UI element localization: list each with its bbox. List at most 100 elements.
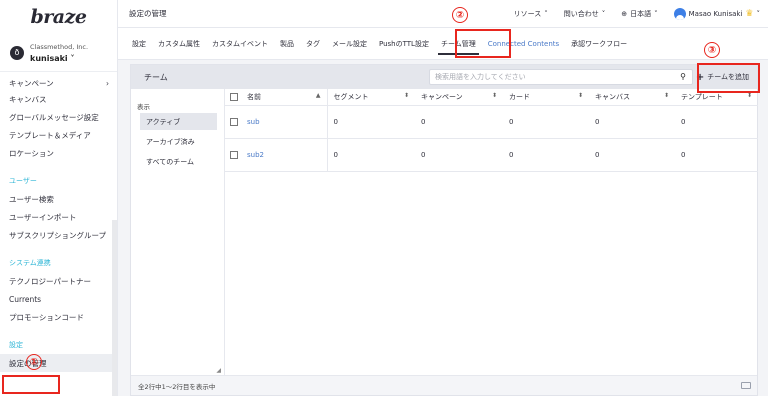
search-icon[interactable]: ⚲ (680, 72, 686, 81)
top-bar: 設定の管理 リソース ˅ 問い合わせ ˅ ⊕ 日本語 ˅ Masao Kunisaki ♛… (118, 0, 768, 28)
page-title: 設定の管理 (129, 9, 167, 18)
sidebar-item-global-message-settings[interactable]: グローバルメッセージ設定 (0, 108, 117, 126)
account-switcher[interactable]: ð Classmethod, Inc. kunisaki ˅ (0, 34, 117, 72)
sidebar-item-locations[interactable]: ロケーション (0, 144, 117, 162)
row-checkbox[interactable] (230, 150, 238, 159)
cell-canvases: 0 (589, 138, 675, 172)
sidebar-section-integrations: システム連携 (9, 259, 51, 267)
search-input[interactable] (435, 73, 675, 81)
column-name[interactable]: 名前 ▲ (241, 89, 328, 106)
account-org: Classmethod, Inc. (30, 42, 89, 51)
cell-templates: 0 (675, 105, 758, 139)
logo-text: braze (30, 6, 87, 28)
chevron-down-icon: ˅ (654, 10, 658, 18)
avatar (673, 8, 686, 20)
cell-templates: 0 (675, 138, 758, 172)
team-filter: 表示 アクティブ アーカイブ済み すべてのチーム ◢ (131, 89, 225, 377)
keyboard-icon[interactable] (741, 382, 751, 389)
globe-icon: ⊕ (621, 10, 628, 18)
table-row: sub 0 0 0 0 0 (225, 105, 758, 139)
chevron-down-icon: ˅ (756, 10, 761, 18)
team-name-link[interactable]: sub (241, 105, 328, 139)
team-name-link[interactable]: sub2 (241, 138, 328, 172)
chevron-down-icon: ˅ (544, 10, 548, 18)
select-all-checkbox[interactable] (230, 92, 238, 101)
filter-archived[interactable]: アーカイブ済み (140, 133, 217, 150)
column-segments[interactable]: セグメント ⬍ (327, 89, 415, 106)
sort-icon: ⬍ (403, 91, 409, 99)
sidebar-section-settings: 設定 (9, 341, 23, 349)
annotation-box-2 (455, 29, 511, 58)
sidebar-item-templates-media[interactable]: テンプレート＆メディア (0, 126, 117, 144)
row-checkbox[interactable] (230, 117, 238, 126)
chevron-down-icon: ˅ (601, 10, 606, 18)
tab-email-settings[interactable]: メール設定 (332, 33, 367, 55)
filter-label: 表示 (137, 103, 150, 111)
sort-icon: ⬍ (491, 91, 497, 99)
tab-custom-attributes[interactable]: カスタム属性 (158, 33, 200, 55)
crown-icon: ♛ (745, 9, 754, 19)
annotation-number-1: ① (26, 354, 42, 370)
select-all-cell (225, 89, 241, 106)
cell-segments: 0 (327, 105, 415, 139)
sort-icon: ⬍ (577, 91, 583, 99)
filter-all-teams[interactable]: すべてのチーム (140, 153, 217, 170)
tab-push-ttl[interactable]: PushのTTL設定 (379, 33, 429, 55)
annotation-number-3: ③ (704, 42, 720, 58)
cell-cards: 0 (503, 105, 589, 139)
sidebar-nav: キャンペーン › キャンバス グローバルメッセージ設定 テンプレート＆メディア ロ… (0, 72, 117, 372)
sidebar-item-campaigns[interactable]: キャンペーン › (0, 76, 117, 90)
sidebar-item-subscription-groups[interactable]: サブスクリプショングループ (0, 226, 117, 244)
panel-header: チーム ⚲ +チームを追加 (131, 65, 757, 89)
search-box: ⚲ (429, 69, 693, 85)
settings-tabs: 設定 カスタム属性 カスタムイベント 製品 タグ メール設定 PushのTTL設… (118, 28, 768, 60)
sort-asc-icon: ▲ (315, 91, 321, 99)
sidebar-section-users: ユーザー (9, 177, 37, 185)
tab-tags[interactable]: タグ (306, 33, 320, 55)
sort-icon: ⬍ (663, 91, 669, 99)
row-select-cell (225, 138, 241, 172)
resources-dropdown[interactable]: リソース ˅ (514, 9, 548, 19)
row-select-cell (225, 105, 241, 139)
annotation-number-2: ② (452, 7, 468, 23)
account-name: kunisaki ˅ (30, 53, 75, 63)
table-footer: 全2行中1〜2行目を表示中 (131, 375, 757, 395)
sidebar-item-promotion-codes[interactable]: プロモーションコード (0, 308, 117, 326)
cell-campaigns: 0 (415, 138, 503, 172)
sidebar-item-user-import[interactable]: ユーザーインポート (0, 208, 117, 226)
sidebar-item-technology-partners[interactable]: テクノロジーパートナー (0, 272, 117, 290)
user-menu[interactable]: Masao Kunisaki ♛ ˅ (673, 8, 761, 20)
cell-segments: 0 (327, 138, 415, 172)
cell-campaigns: 0 (415, 105, 503, 139)
column-cards[interactable]: カード ⬍ (503, 89, 589, 106)
tab-custom-events[interactable]: カスタムイベント (212, 33, 268, 55)
column-canvases[interactable]: キャンバス ⬍ (589, 89, 675, 106)
tab-settings[interactable]: 設定 (132, 33, 146, 55)
tab-products[interactable]: 製品 (280, 33, 294, 55)
sidebar-scrollbar[interactable] (112, 220, 117, 396)
cell-canvases: 0 (589, 105, 675, 139)
sidebar-item-canvas[interactable]: キャンバス (0, 90, 117, 108)
chevron-right-icon: › (106, 78, 109, 88)
resize-handle-icon[interactable]: ◢ (216, 367, 221, 374)
row-count-text: 全2行中1〜2行目を表示中 (138, 382, 216, 391)
column-campaigns[interactable]: キャンペーン ⬍ (415, 89, 503, 106)
cell-cards: 0 (503, 138, 589, 172)
sidebar: braze ð Classmethod, Inc. kunisaki ˅ キャン… (0, 0, 118, 396)
filter-active[interactable]: アクティブ (140, 113, 217, 130)
language-dropdown[interactable]: ⊕ 日本語 ˅ (621, 9, 657, 19)
panel-title: チーム (144, 72, 168, 82)
annotation-box-1 (2, 375, 60, 394)
tab-approval-workflow[interactable]: 承認ワークフロー (571, 33, 627, 55)
contact-dropdown[interactable]: 問い合わせ ˅ (564, 9, 606, 19)
table-header-row: 名前 ▲ セグメント ⬍ キャンペーン ⬍ カード ⬍ キャンバス ⬍ テンプレート ⬍ (225, 89, 758, 106)
sidebar-item-manage-settings[interactable]: 設定の管理 (0, 354, 117, 372)
sidebar-item-user-search[interactable]: ユーザー検索 (0, 190, 117, 208)
sidebar-item-currents[interactable]: Currents (0, 290, 117, 308)
annotation-box-3 (697, 63, 760, 93)
table-row: sub2 0 0 0 0 0 (225, 138, 758, 172)
account-icon: ð (10, 45, 24, 60)
braze-logo[interactable]: braze (0, 0, 117, 34)
teams-panel: チーム ⚲ +チームを追加 表示 アクティブ アーカイブ済み すべてのチーム ◢… (130, 64, 758, 396)
teams-table: 名前 ▲ セグメント ⬍ キャンペーン ⬍ カード ⬍ キャンバス ⬍ テンプレート ⬍ s… (225, 89, 758, 172)
